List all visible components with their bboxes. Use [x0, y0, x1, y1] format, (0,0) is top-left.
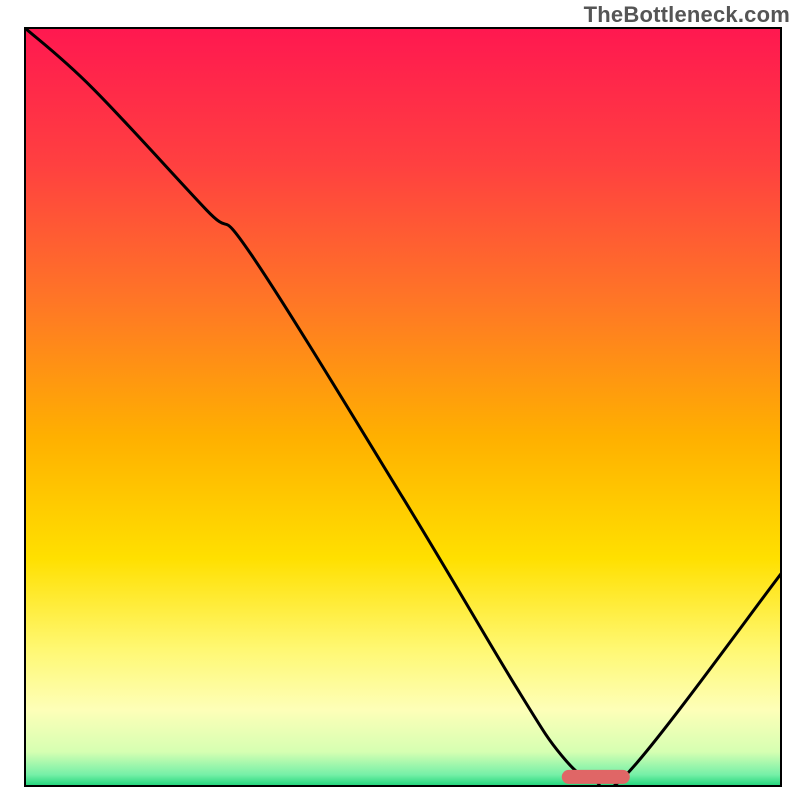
- chart-stage: TheBottleneck.com: [0, 0, 800, 800]
- optimal-marker: [562, 770, 630, 784]
- chart-svg: [0, 0, 800, 800]
- watermark-text: TheBottleneck.com: [584, 2, 790, 28]
- plot-background: [25, 28, 781, 786]
